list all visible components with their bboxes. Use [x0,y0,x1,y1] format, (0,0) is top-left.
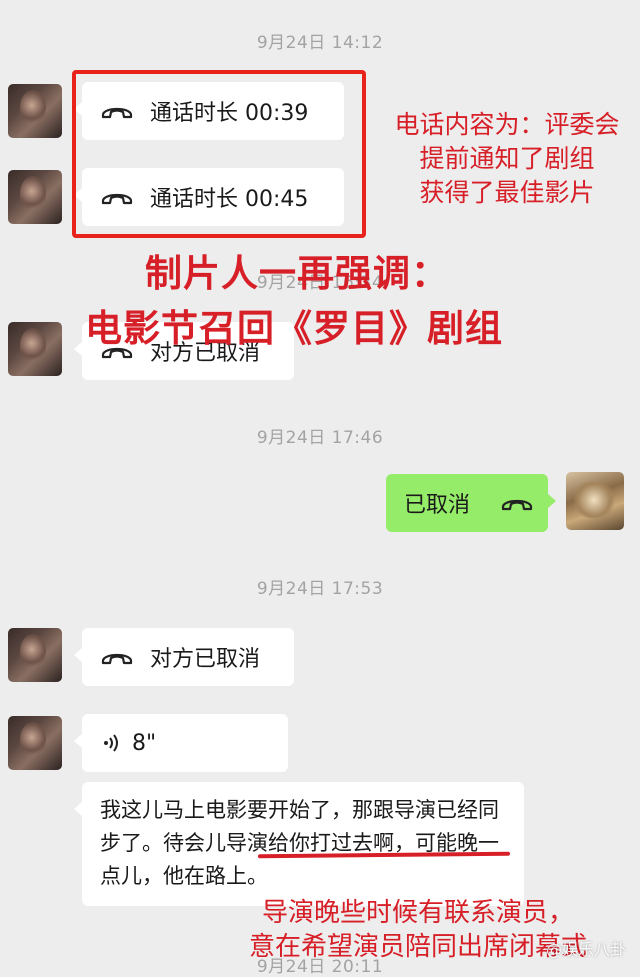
my-call-record-bubble[interactable]: 已取消 [386,474,556,532]
annotation-producer-line2: 电影节召回《罗目》剧组 [85,307,503,350]
contact-avatar[interactable] [8,170,62,224]
contact-avatar[interactable] [8,322,62,376]
message-text: 我这儿马上电影要开始了，那跟导演已经同步了。待会儿导演给你打过去啊，可能晚一点儿… [100,798,499,888]
voice-duration: 8" [132,730,157,756]
watermark: @娱乐八卦 [545,940,626,959]
timestamp: 9月24日 17:53 [256,579,384,599]
highlight-box [72,70,366,238]
call-status-text: 对方已取消 [150,647,261,672]
timestamp: 9月24日 17:46 [256,428,384,448]
timestamp: 9月24日 14:12 [256,33,384,53]
annotation-producer-line1: 制片人一再强调： [145,252,449,295]
call-record-bubble[interactable]: 对方已取消 [74,628,294,686]
voice-message-bubble[interactable]: 8" [74,714,288,772]
phone-icon [101,653,133,665]
contact-avatar[interactable] [8,628,62,682]
my-avatar[interactable] [566,472,624,530]
contact-avatar[interactable] [8,716,62,770]
annotation-call-content: 电话内容为：评委会 提前通知了剧组 获得了最佳影片 [394,110,620,207]
phone-icon [501,499,533,511]
contact-avatar[interactable] [8,84,62,138]
voice-wave-icon [104,734,118,752]
call-status-text: 已取消 [404,493,471,518]
text-message-bubble[interactable]: 我这儿马上电影要开始了，那跟导演已经同步了。待会儿导演给你打过去啊，可能晚一点儿… [74,782,524,906]
